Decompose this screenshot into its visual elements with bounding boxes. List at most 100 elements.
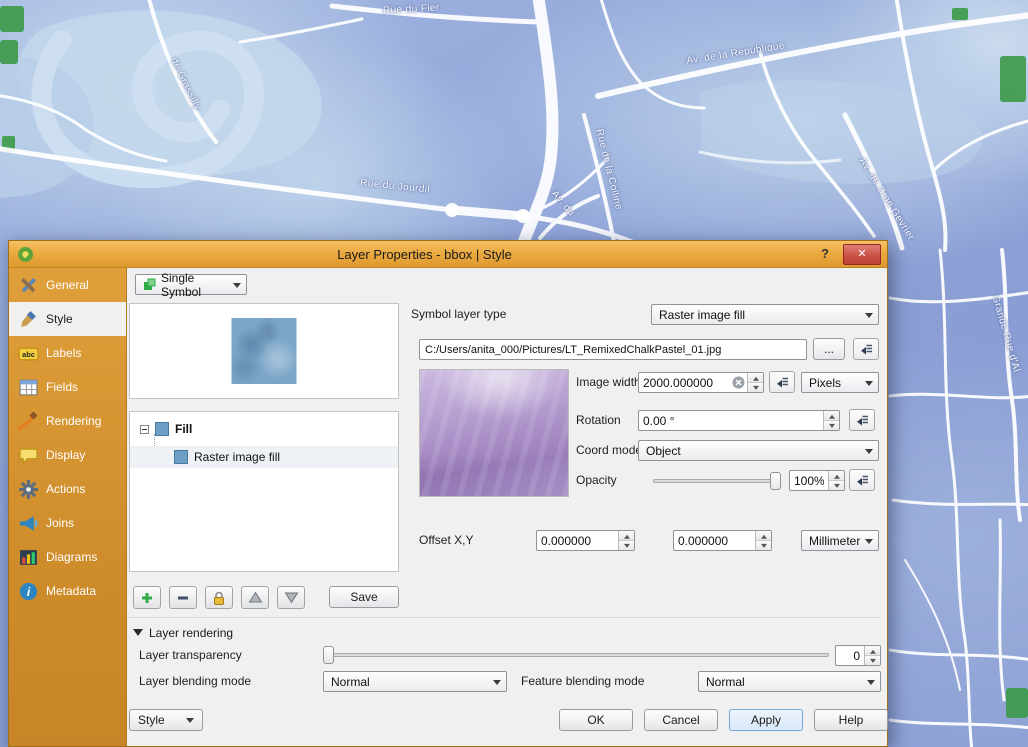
symbol-preview-swatch: [232, 318, 297, 384]
chevron-down-icon: [493, 680, 501, 689]
apply-button[interactable]: Apply: [729, 709, 803, 731]
transparency-spinbox[interactable]: [835, 645, 881, 666]
cancel-button[interactable]: Cancel: [644, 709, 718, 731]
sidebar-item-rendering[interactable]: Rendering: [9, 404, 126, 438]
data-defined-width-button[interactable]: [769, 371, 795, 393]
tree-row-fill[interactable]: Fill: [130, 418, 398, 440]
spin-up-icon[interactable]: [756, 531, 771, 540]
sidebar-label: Rendering: [46, 414, 101, 428]
slider-handle[interactable]: [323, 646, 334, 664]
save-button[interactable]: Save: [329, 586, 399, 608]
desktop: Rue du Fier Av. de la Republique Rue du …: [0, 0, 1028, 747]
layer-transparency-slider[interactable]: [323, 646, 829, 664]
offset-label: Offset X,Y: [419, 533, 473, 547]
layer-blending-combo[interactable]: Normal: [323, 671, 507, 692]
feature-blending-combo[interactable]: Normal: [698, 671, 881, 692]
table-icon: [18, 377, 39, 398]
remove-symbol-layer-button[interactable]: [169, 586, 197, 609]
sidebar-item-style[interactable]: Style: [9, 302, 126, 336]
spinner-buttons[interactable]: [755, 531, 771, 550]
spin-up-icon[interactable]: [748, 373, 763, 382]
rotation-label: Rotation: [576, 413, 621, 427]
move-layer-up-button[interactable]: [241, 586, 269, 609]
sidebar-label: Labels: [46, 346, 81, 360]
spinner-buttons[interactable]: [828, 471, 844, 490]
spin-down-icon[interactable]: [619, 540, 634, 550]
collapse-icon[interactable]: [140, 425, 149, 434]
symbol-type-combo[interactable]: Single Symbol: [135, 274, 247, 295]
sidebar-item-display[interactable]: Display: [9, 438, 126, 472]
close-button[interactable]: ✕: [843, 244, 881, 265]
spin-up-icon[interactable]: [865, 646, 880, 655]
raster-fill-symbol-icon: [174, 450, 188, 464]
layer-rendering-header[interactable]: Layer rendering: [133, 624, 233, 641]
section-divider: [127, 617, 881, 618]
add-symbol-layer-button[interactable]: [133, 586, 161, 609]
opacity-spinbox[interactable]: [789, 470, 845, 491]
offset-x-spinbox[interactable]: [536, 530, 635, 551]
offset-unit-combo[interactable]: Millimeter: [801, 530, 879, 551]
data-defined-rotation-button[interactable]: [849, 409, 875, 431]
image-width-spinbox[interactable]: [638, 372, 764, 393]
spinner-buttons[interactable]: [618, 531, 634, 550]
spin-up-icon[interactable]: [619, 531, 634, 540]
offset-x-input[interactable]: [537, 531, 618, 550]
sidebar-item-labels[interactable]: abc Labels: [9, 336, 126, 370]
sidebar-item-general[interactable]: General: [9, 268, 126, 302]
sidebar-label: Style: [46, 312, 73, 326]
help-button[interactable]: ?: [815, 244, 835, 264]
window-title: Layer Properties - bbox | Style: [34, 247, 815, 262]
data-defined-opacity-button[interactable]: [849, 469, 875, 491]
rotation-spinbox[interactable]: [638, 410, 840, 431]
style-menu-button[interactable]: Style: [129, 709, 203, 731]
width-unit-combo[interactable]: Pixels: [801, 372, 879, 393]
sidebar-item-actions[interactable]: Actions: [9, 472, 126, 506]
offset-y-input[interactable]: [674, 531, 755, 550]
spin-down-icon[interactable]: [865, 655, 880, 665]
sidebar-item-diagrams[interactable]: Diagrams: [9, 540, 126, 574]
symbol-layer-type-label: Symbol layer type: [411, 307, 506, 321]
symbol-layer-type-combo[interactable]: Raster image fill: [651, 304, 879, 325]
spin-down-icon[interactable]: [829, 480, 844, 490]
sidebar-label: Display: [46, 448, 85, 462]
data-defined-path-button[interactable]: [853, 338, 879, 360]
opacity-slider[interactable]: [653, 472, 781, 490]
transparency-input[interactable]: [836, 646, 864, 665]
ok-button[interactable]: OK: [559, 709, 633, 731]
spinner-buttons[interactable]: [864, 646, 880, 665]
spinner-buttons[interactable]: [823, 411, 839, 430]
rotation-input[interactable]: [639, 411, 823, 430]
sidebar-item-joins[interactable]: Joins: [9, 506, 126, 540]
coord-mode-combo[interactable]: Object: [638, 440, 879, 461]
image-path-input[interactable]: [419, 339, 807, 360]
sidebar-label: Metadata: [46, 584, 96, 598]
spin-up-icon[interactable]: [829, 471, 844, 480]
spin-down-icon[interactable]: [748, 382, 763, 392]
opacity-label: Opacity: [576, 473, 617, 487]
sidebar-label: Fields: [46, 380, 78, 394]
clear-icon[interactable]: [732, 373, 747, 392]
offset-y-spinbox[interactable]: [673, 530, 772, 551]
spin-down-icon[interactable]: [824, 420, 839, 430]
lock-symbol-layer-button[interactable]: [205, 586, 233, 609]
minus-icon: [176, 591, 190, 605]
coord-mode-label: Coord mode: [576, 443, 642, 457]
slider-handle[interactable]: [770, 472, 781, 490]
sidebar-item-fields[interactable]: Fields: [9, 370, 126, 404]
spin-down-icon[interactable]: [756, 540, 771, 550]
tools-icon: [18, 275, 39, 296]
move-layer-down-button[interactable]: [277, 586, 305, 609]
help-button-footer[interactable]: Help: [814, 709, 888, 731]
layer-transparency-label: Layer transparency: [139, 648, 242, 662]
gear-icon: [18, 479, 39, 500]
image-width-input[interactable]: [639, 373, 732, 392]
spin-up-icon[interactable]: [824, 411, 839, 420]
browse-button[interactable]: ...: [813, 338, 845, 360]
sidebar-item-metadata[interactable]: i Metadata: [9, 574, 126, 608]
qgis-logo-icon: [17, 246, 34, 263]
chevron-down-icon: [865, 381, 873, 390]
spinner-buttons[interactable]: [747, 373, 763, 392]
tree-row-raster-image-fill[interactable]: Raster image fill: [130, 446, 398, 468]
arrow-up-icon: [248, 591, 263, 604]
opacity-input[interactable]: [790, 471, 828, 490]
